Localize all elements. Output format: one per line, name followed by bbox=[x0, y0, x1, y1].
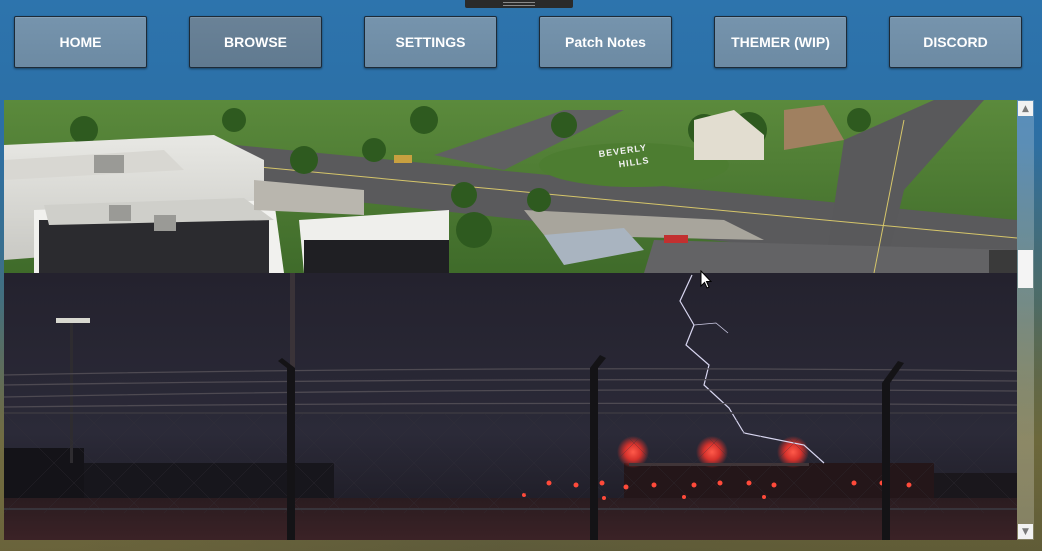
image-gallery[interactable]: BEVERLY HILLS bbox=[4, 100, 1017, 540]
mouse-cursor-icon bbox=[700, 270, 712, 289]
gallery-scrollbar[interactable]: ▲ ▼ bbox=[1017, 100, 1034, 540]
nav-home-button[interactable]: HOME bbox=[14, 16, 147, 68]
arrow-down-icon[interactable]: ▼ bbox=[1018, 524, 1033, 539]
drag-handle[interactable] bbox=[465, 0, 573, 8]
nav-patch-notes-button[interactable]: Patch Notes bbox=[539, 16, 672, 68]
gallery-image-night[interactable] bbox=[4, 273, 1017, 540]
scrollbar-thumb[interactable] bbox=[1018, 250, 1033, 288]
nav-browse-button[interactable]: BROWSE bbox=[189, 16, 322, 68]
arrow-up-icon[interactable]: ▲ bbox=[1018, 101, 1033, 116]
top-nav: HOME BROWSE SETTINGS Patch Notes THEMER … bbox=[14, 16, 1024, 70]
gallery-image-city[interactable]: BEVERLY HILLS bbox=[4, 100, 1017, 273]
nav-themer-button[interactable]: THEMER (WIP) bbox=[714, 16, 847, 68]
nav-discord-button[interactable]: DISCORD bbox=[889, 16, 1022, 68]
nav-settings-button[interactable]: SETTINGS bbox=[364, 16, 497, 68]
